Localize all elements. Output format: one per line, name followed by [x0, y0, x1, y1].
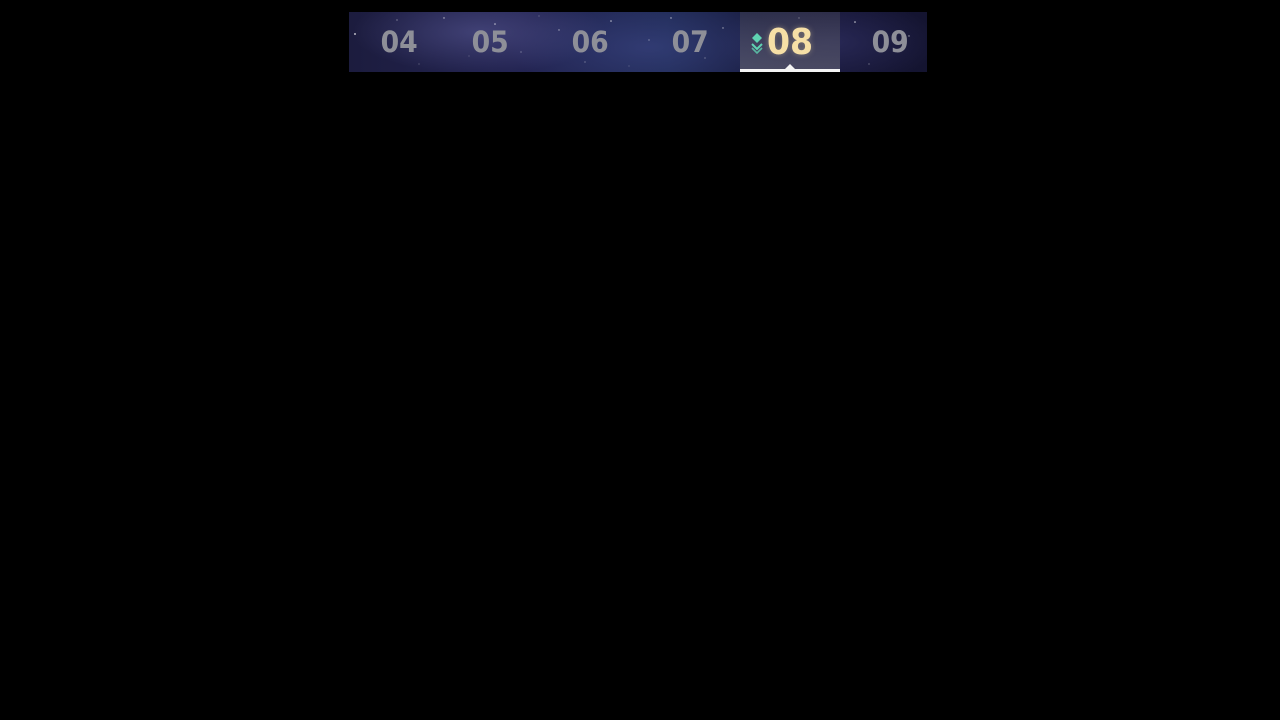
rank-diamond-chevron-icon	[751, 33, 763, 54]
level-tab-label: 04	[380, 25, 418, 59]
level-tab-label: 08	[766, 21, 814, 63]
level-tab-04[interactable]: 04	[349, 12, 449, 72]
level-tab-09[interactable]: 09	[840, 12, 927, 72]
level-tab-label: 09	[871, 25, 909, 59]
level-tab-08-selected[interactable]: 08	[740, 12, 840, 72]
level-tab-06[interactable]: 06	[540, 12, 640, 72]
selected-underline	[740, 69, 840, 72]
level-tab-05[interactable]: 05	[440, 12, 540, 72]
level-tab-label: 06	[571, 25, 609, 59]
level-tab-07[interactable]: 07	[640, 12, 740, 72]
level-selector-bar: 04 05 06 07 08 09	[349, 12, 927, 72]
level-tab-label: 05	[471, 25, 509, 59]
level-tab-label: 07	[671, 25, 709, 59]
